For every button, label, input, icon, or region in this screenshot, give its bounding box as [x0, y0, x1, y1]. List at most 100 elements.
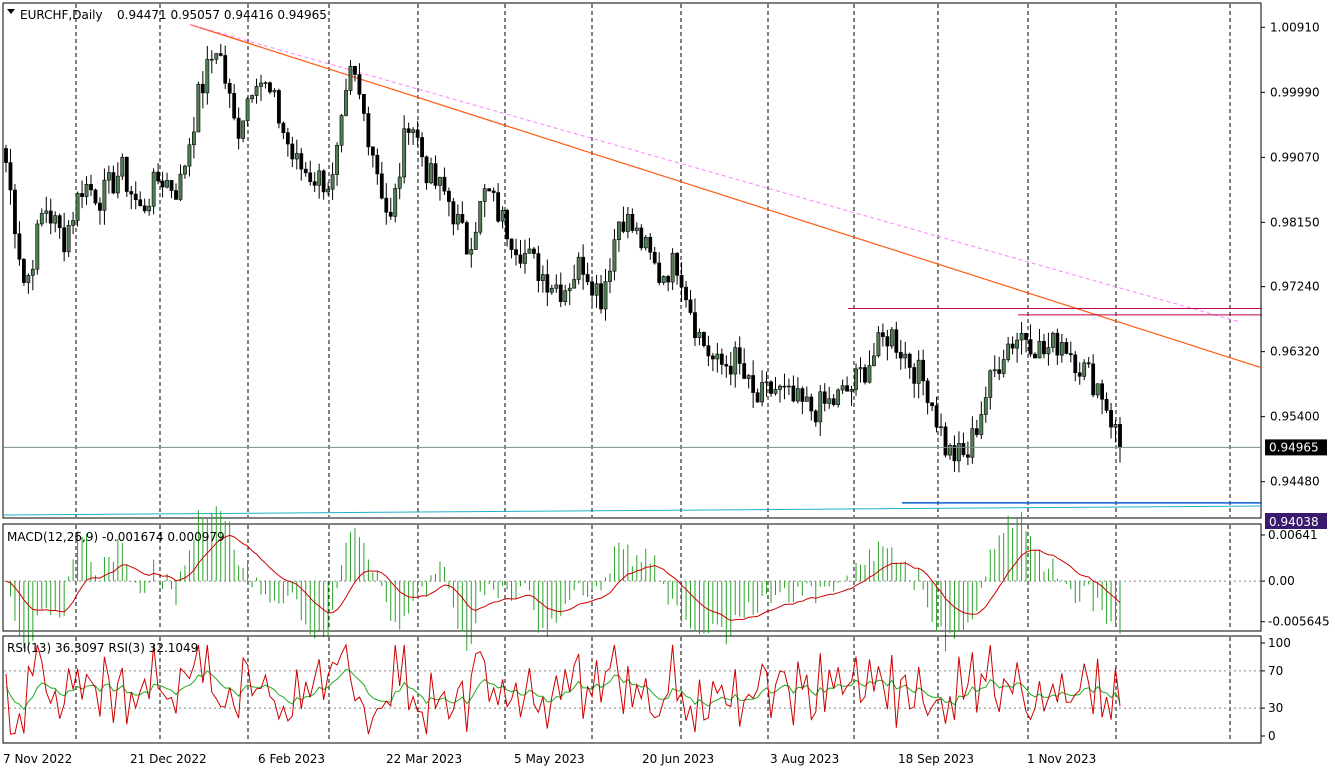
bear-candle: [737, 347, 742, 364]
bull-candle: [1059, 342, 1064, 356]
bull-candle: [988, 370, 993, 398]
bear-candle: [491, 190, 496, 193]
bull-candle: [35, 223, 40, 270]
bull-candle: [1019, 333, 1024, 341]
bull-candle: [165, 180, 169, 188]
bull-candle: [214, 53, 219, 60]
bear-candle: [17, 233, 22, 260]
bull-candle: [795, 388, 800, 402]
rsi-tick-label: 100: [1268, 636, 1291, 650]
bear-candle: [648, 236, 653, 253]
bear-candle: [639, 227, 644, 249]
bear-candle: [751, 375, 756, 393]
bear-candle: [1010, 343, 1015, 349]
bull-candle: [183, 165, 187, 175]
bear-candle: [384, 197, 389, 213]
bear-candle: [375, 154, 380, 175]
price-tick-label: 0.98150: [1270, 215, 1320, 229]
bull-candle: [196, 83, 201, 133]
bear-candle: [1109, 410, 1113, 428]
bull-candle: [572, 279, 577, 289]
bear-candle: [590, 281, 594, 296]
bear-candle: [1073, 354, 1078, 374]
secondary-price-label: 0.94038: [1269, 515, 1319, 529]
bear-candle: [845, 385, 849, 392]
bull-candle: [187, 144, 192, 167]
bull-candle: [567, 287, 572, 292]
bull-candle: [259, 82, 263, 87]
bear-candle: [285, 132, 290, 145]
bear-candle: [666, 276, 671, 283]
bear-candle: [965, 454, 970, 458]
bull-candle: [916, 359, 921, 384]
bear-candle: [505, 209, 509, 240]
bear-candle: [545, 274, 550, 293]
bear-candle: [98, 202, 102, 211]
bear-candle: [415, 129, 420, 138]
bear-candle: [961, 443, 966, 456]
bull-candle: [840, 385, 845, 391]
bull-candle: [1082, 362, 1087, 377]
ohlc-values: 0.94471 0.95057 0.94416 0.94965: [117, 8, 327, 22]
bull-candle: [1001, 359, 1006, 374]
bear-candle: [48, 210, 53, 224]
bear-candle: [1033, 353, 1037, 359]
bull-candle: [697, 332, 702, 339]
bull-candle: [1046, 347, 1051, 355]
bear-candle: [657, 262, 662, 283]
bear-candle: [1100, 383, 1105, 400]
bull-candle: [71, 220, 76, 226]
bear-candle: [791, 385, 796, 402]
bull-candle: [455, 214, 460, 225]
bear-candle: [1028, 339, 1033, 355]
bull-candle: [576, 256, 581, 280]
bull-candle: [818, 391, 823, 423]
bear-candle: [706, 345, 711, 357]
bear-candle: [518, 254, 523, 264]
bull-candle: [849, 389, 854, 392]
bull-candle: [804, 396, 809, 402]
bear-candle: [4, 148, 8, 163]
bear-candle: [57, 215, 62, 229]
time-tick-label: 7 Nov 2022: [3, 752, 72, 766]
bear-candle: [688, 299, 693, 313]
bull-candle: [1113, 424, 1118, 428]
bear-candle: [1118, 424, 1122, 448]
macd-tick-label: -0.005645: [1268, 615, 1330, 629]
price-tick-label: 0.99070: [1270, 150, 1320, 164]
bull-candle: [715, 353, 720, 360]
bear-candle: [880, 332, 885, 337]
bull-candle: [469, 249, 474, 255]
bull-candle: [554, 284, 559, 289]
bear-candle: [129, 191, 134, 195]
bull-candle: [478, 201, 483, 233]
bull-candle: [147, 205, 152, 212]
rsi-title: RSI(13) 36.3097 RSI(3) 32.1049: [7, 641, 198, 655]
bull-candle: [979, 414, 984, 435]
bull-candle: [612, 239, 617, 272]
bull-candle: [75, 193, 80, 221]
bear-candle: [277, 90, 281, 124]
bull-candle: [563, 290, 568, 302]
bear-candle: [1064, 342, 1069, 354]
bull-candle: [245, 98, 250, 122]
bear-candle: [1104, 398, 1109, 411]
bear-candle: [379, 173, 384, 199]
bear-candle: [303, 168, 308, 174]
bear-candle: [1077, 372, 1082, 377]
time-axis: 7 Nov 2022 21 Dec 2022 6 Feb 2023 22 Mar 20…: [3, 752, 1096, 766]
bull-candle: [903, 353, 908, 359]
bear-candle: [813, 410, 818, 423]
bull-candle: [948, 445, 952, 456]
bull-candle: [1050, 332, 1055, 348]
bull-candle: [858, 367, 863, 370]
price-tick-label: 1.00910: [1270, 20, 1320, 34]
bull-candle: [760, 382, 764, 403]
time-tick-label: 22 Mar 2023: [386, 752, 462, 766]
bull-candle: [106, 172, 111, 181]
bear-candle: [921, 359, 926, 382]
bear-candle: [581, 256, 586, 275]
bear-candle: [679, 275, 684, 288]
bear-candle: [599, 283, 603, 310]
bear-candle: [93, 189, 98, 204]
